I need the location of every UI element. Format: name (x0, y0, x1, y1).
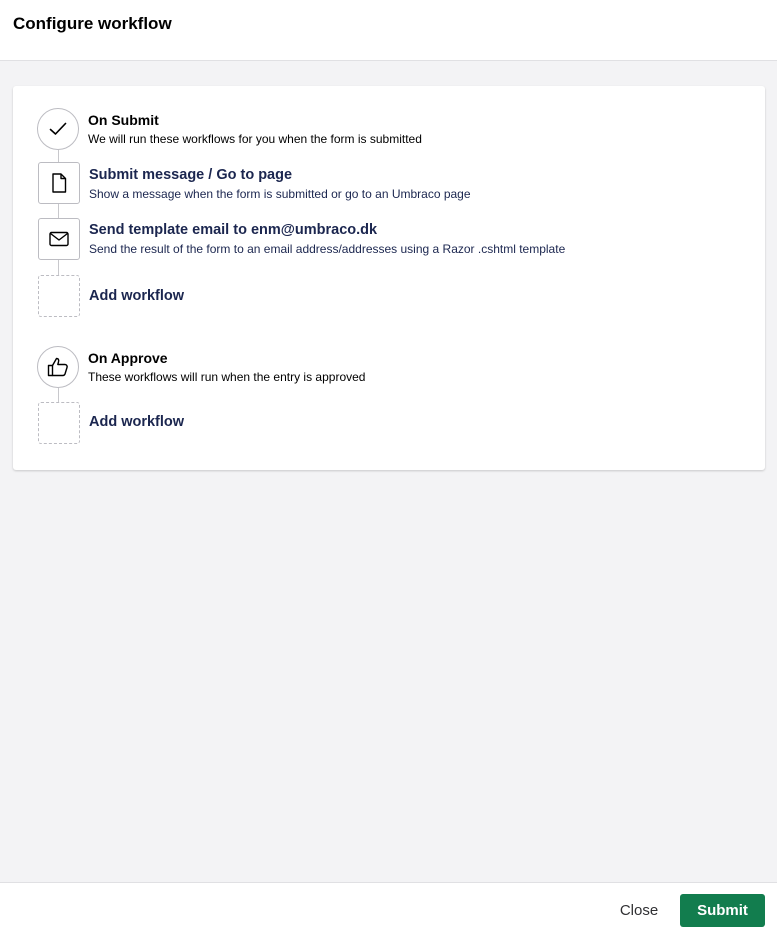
add-workflow-placeholder[interactable] (38, 275, 80, 317)
on-submit-title: On Submit (88, 112, 159, 128)
on-approve-title: On Approve (88, 350, 168, 366)
envelope-icon (49, 231, 69, 247)
submit-button[interactable]: Submit (680, 894, 765, 927)
workflow-title[interactable]: Send template email to enm@umbraco.dk (89, 222, 377, 238)
dialog-header: Configure workflow (0, 0, 777, 61)
add-workflow-button[interactable]: Add workflow (89, 414, 184, 430)
thumbs-up-icon (47, 357, 69, 377)
workflow-panel: On Submit We will run these workflows fo… (13, 86, 765, 470)
workflow-description: Show a message when the form is submitte… (89, 187, 471, 201)
connector-line (58, 204, 59, 218)
workflow-item-submit-message[interactable] (38, 162, 80, 204)
on-submit-trigger-icon-wrap (37, 108, 79, 150)
add-workflow-button[interactable]: Add workflow (89, 288, 184, 304)
on-submit-description: We will run these workflows for you when… (88, 132, 422, 146)
document-icon (51, 173, 67, 193)
dialog-footer: Close Submit (0, 882, 777, 931)
check-icon (49, 122, 67, 136)
connector-line (58, 150, 59, 162)
workflow-item-send-email[interactable] (38, 218, 80, 260)
on-approve-description: These workflows will run when the entry … (88, 370, 366, 384)
connector-line (58, 260, 59, 275)
on-approve-trigger-icon-wrap (37, 346, 79, 388)
connector-line (58, 388, 59, 403)
page-title: Configure workflow (13, 14, 172, 33)
workflow-description: Send the result of the form to an email … (89, 242, 566, 256)
add-workflow-placeholder[interactable] (38, 402, 80, 444)
workflow-title[interactable]: Submit message / Go to page (89, 167, 292, 183)
close-button[interactable]: Close (608, 894, 670, 926)
